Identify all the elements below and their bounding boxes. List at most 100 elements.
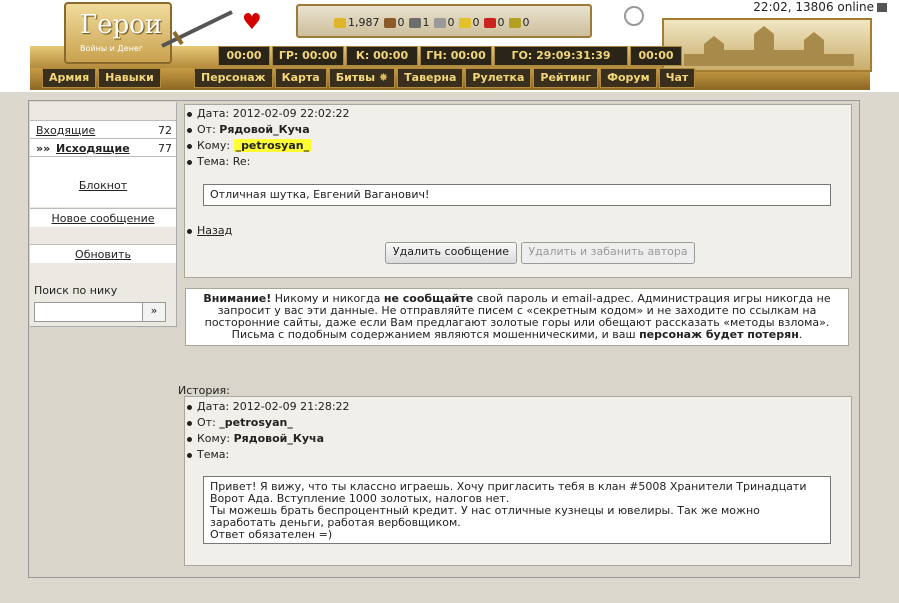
message-from[interactable]: Рядовой_Куча [219,123,309,136]
resource-item: 0 [508,16,530,29]
history-from-row: От: _petrosyan_ [197,416,293,429]
outbox-count: 77 [158,142,172,155]
timer-item: 00:00 [218,46,270,66]
battle-icon: ✸ [378,71,389,84]
nav-character[interactable]: Персонаж [194,68,273,88]
search-button[interactable]: » [142,302,166,322]
sidebar-item-inbox[interactable]: Входящие 72 [30,120,176,139]
crystal-icon [483,17,496,28]
message-subject: Re: [232,155,251,168]
bullet-icon [187,421,192,426]
subject-label: Тема: [197,155,230,168]
mercury-icon [433,17,446,28]
nav-forum[interactable]: Форум [600,68,657,88]
resource-item: 1 [408,16,430,29]
resource-value: 0 [472,16,480,29]
bullet-icon [187,160,192,165]
back-link[interactable]: Назад [197,224,232,237]
resource-value: 0 [447,16,455,29]
timer-item: 00:00 [630,46,682,66]
resource-item: 1,987 [334,16,380,29]
sword-icon [161,10,233,48]
resource-value: 1 [422,16,430,29]
sidebar-item-notepad[interactable]: Блокнот [30,156,176,207]
message-date-row: Дата: 2012-02-09 22:02:22 [197,107,350,120]
history-to[interactable]: Рядовой_Куча [234,432,324,445]
history-from[interactable]: _petrosyan_ [219,416,293,429]
message-to-row: Кому: _petrosyan_ [197,139,312,152]
resource-value: 0 [522,16,530,29]
menu-army[interactable]: Армия [42,68,97,88]
date-label: Дата: [197,107,230,120]
castle-icon [684,26,854,66]
from-label: От: [197,123,216,136]
gold-icon [334,17,346,28]
sidebar-item-new-message[interactable]: Новое сообщение [30,208,176,227]
message-date: 2012-02-09 22:02:22 [232,107,350,120]
notepad-link[interactable]: Блокнот [30,179,176,192]
save-icon[interactable] [877,3,887,12]
inbox-link[interactable]: Входящие [36,124,95,137]
outbox-link[interactable]: Исходящие [56,142,130,155]
logo-title: Герои [80,10,163,40]
mail-sidebar: Входящие 72 »» Исходящие 77 Блокнот Ново… [30,102,177,327]
to-label: Кому: [197,139,231,152]
ring-icon[interactable] [624,6,644,26]
message-to[interactable]: _petrosyan_ [233,139,312,152]
resource-value: 0 [397,16,405,29]
timer-item: ГР: 00:00 [272,46,344,66]
sidebar-item-refresh[interactable]: Обновить [30,244,176,263]
timer-item: К: 00:00 [346,46,418,66]
clock-text: 22:02, 13806 online [753,0,874,14]
nav-chat[interactable]: Чат [658,68,696,88]
delete-ban-button[interactable]: Удалить и забанить автора [521,242,695,264]
delete-message-button[interactable]: Удалить сообщение [385,242,517,264]
search-input[interactable] [34,302,144,322]
message-panel: Дата: 2012-02-09 22:02:22 От: Рядовой_Ку… [184,104,852,278]
nav-rating[interactable]: Рейтинг [533,68,599,88]
search-label: Поиск по нику [34,284,118,297]
bullet-icon [187,405,192,410]
menu-skills[interactable]: Навыки [98,68,161,88]
timer-item: ГН: 00:00 [420,46,492,66]
message-body: Отличная шутка, Евгений Ваганович! [203,184,831,206]
message-subject-row: Тема: Re: [197,155,250,168]
heart-icon[interactable]: ♥ [242,10,262,35]
history-body: Привет! Я вижу, что ты классно играешь. … [203,476,831,544]
game-header: Герои Войны и Денег ♥ 1,987 0 1 0 0 0 0 22:02,… [0,0,899,92]
refresh-link[interactable]: Обновить [30,248,176,261]
message-from-row: От: Рядовой_Куча [197,123,310,136]
nav-map[interactable]: Карта [274,68,327,88]
bullet-icon [187,128,192,133]
new-message-link[interactable]: Новое сообщение [30,212,176,225]
outbox-arrow: »» [36,142,51,155]
nav-battles-label: Битвы [335,71,376,84]
game-logo[interactable]: Герои Войны и Денег [64,2,172,64]
resource-value: 0 [497,16,505,29]
bullet-icon [187,112,192,117]
resource-item: 0 [483,16,505,29]
resources-row: 1,987 0 1 0 0 0 0 [334,16,530,29]
history-date: 2012-02-09 21:28:22 [232,400,350,413]
timers-row: 00:00 ГР: 00:00 К: 00:00 ГН: 00:00 ГО: 2… [218,46,682,66]
bullet-icon [187,453,192,458]
history-date-row: Дата: 2012-02-09 21:28:22 [197,400,350,413]
resource-value: 1,987 [348,16,380,29]
inbox-count: 72 [158,124,172,137]
left-menu: Армия Навыки [42,68,161,88]
resource-item: 0 [383,16,405,29]
ore-icon [408,17,421,28]
history-to-row: Кому: Рядовой_Куча [197,432,324,445]
sulfur-icon [458,17,471,28]
history-from-label: От: [197,416,216,429]
warning-bold-2: персонаж будет потерян [639,328,799,341]
nav-battles[interactable]: Битвы ✸ [328,68,396,88]
castle-banner [662,18,872,72]
resource-item: 0 [433,16,455,29]
bullet-icon [187,144,192,149]
history-date-label: Дата: [197,400,230,413]
sidebar-item-outbox[interactable]: »» Исходящие 77 [30,138,176,157]
nav-tavern[interactable]: Таверна [397,68,464,88]
main-nav: Персонаж Карта Битвы ✸ Таверна Рулетка Р… [194,68,696,88]
nav-roulette[interactable]: Рулетка [465,68,532,88]
